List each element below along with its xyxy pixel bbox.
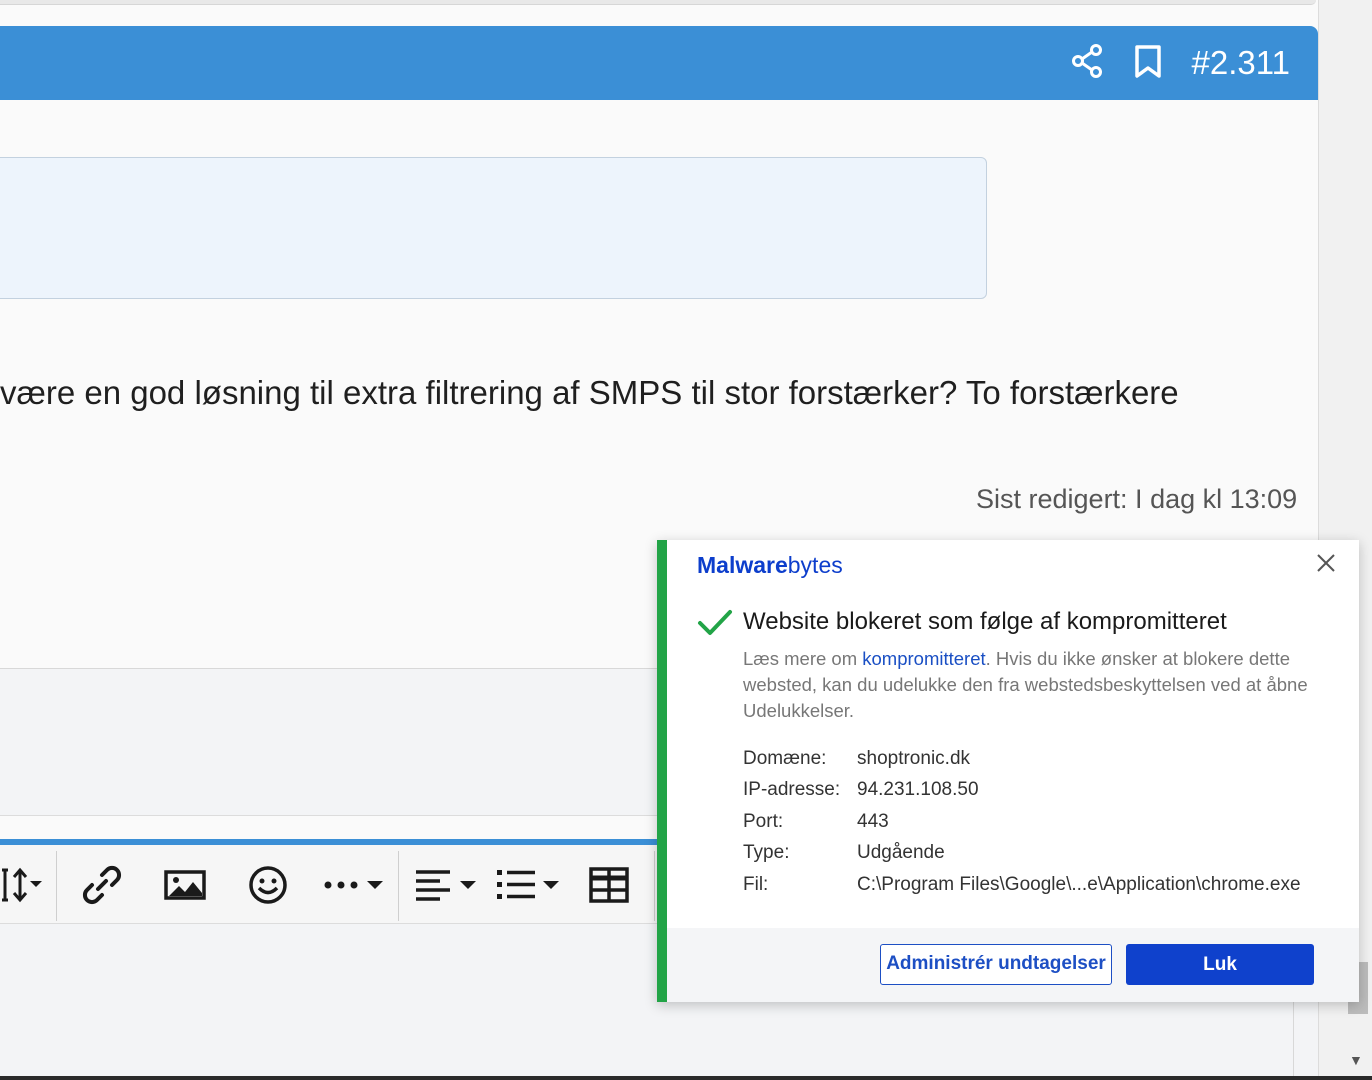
checkmark-icon <box>697 608 733 643</box>
desc-prefix: Læs mere om <box>743 648 863 669</box>
popup-description: Læs mere om kompromitteret. Hvis du ikke… <box>743 646 1313 724</box>
bookmark-icon[interactable] <box>1134 45 1162 84</box>
share-icon[interactable] <box>1072 44 1104 83</box>
post-header: #2.311 <box>0 26 1318 100</box>
quote-box <box>0 157 987 299</box>
toolbar-separator <box>654 851 655 921</box>
file-label: Fil: <box>743 874 769 895</box>
domain-value: shoptronic.dk <box>857 748 971 769</box>
editor-toolbar <box>0 845 660 924</box>
close-icon[interactable] <box>1315 552 1337 579</box>
ip-value: 94.231.108.50 <box>857 779 979 800</box>
close-button[interactable]: Luk <box>1126 944 1314 985</box>
logo-light-text: bytes <box>787 552 843 578</box>
align-icon[interactable] <box>414 865 480 910</box>
window-bottom-edge <box>0 1076 1372 1080</box>
toolbar-separator <box>398 851 399 921</box>
post-number[interactable]: #2.311 <box>1192 44 1290 82</box>
port-value: 443 <box>857 811 889 832</box>
port-label: Port: <box>743 811 784 832</box>
malwarebytes-block-popup: Malwarebytes Website blokeret som følge … <box>657 540 1359 1002</box>
manage-exclusions-button[interactable]: Administrér undtagelser <box>880 944 1112 985</box>
link-icon[interactable] <box>80 865 124 910</box>
more-icon[interactable] <box>322 865 388 910</box>
image-icon[interactable] <box>164 865 206 910</box>
text-size-icon[interactable] <box>0 865 46 910</box>
last-edited-text: Sist redigert: I dag kl 13:09 <box>976 484 1298 514</box>
reply-area <box>0 668 660 816</box>
type-value: Udgående <box>857 842 945 863</box>
ip-label: IP-adresse: <box>743 779 841 800</box>
toolbar-separator <box>56 851 57 921</box>
post-body-text: være en god løsning til extra filtrering… <box>0 374 1179 411</box>
file-value: C:\Program Files\Google\...e\Application… <box>857 874 1301 895</box>
malwarebytes-logo: Malwarebytes <box>697 552 843 579</box>
popup-title: Website blokeret som følge af kompromitt… <box>743 608 1227 635</box>
logo-bold-text: Malware <box>697 552 788 578</box>
domain-label: Domæne: <box>743 748 827 769</box>
smiley-icon[interactable] <box>247 865 289 910</box>
type-label: Type: <box>743 842 790 863</box>
learn-more-link[interactable]: kompromitteret <box>862 648 985 669</box>
scroll-down-arrow-icon[interactable]: ▼ <box>1349 1052 1363 1068</box>
previous-post-edge <box>0 0 1316 5</box>
table-icon[interactable] <box>588 865 630 910</box>
list-icon[interactable] <box>495 865 563 910</box>
